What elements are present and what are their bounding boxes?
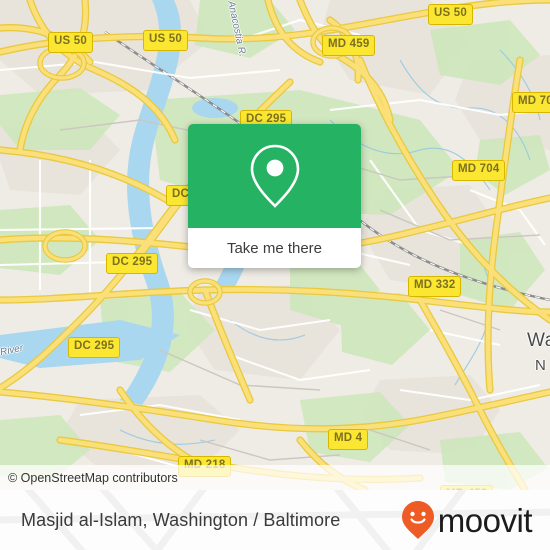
road-shield[interactable]: US 50 — [143, 30, 188, 51]
road-shield[interactable]: MD 332 — [408, 276, 462, 297]
road-shield[interactable]: MD 704 — [452, 160, 506, 181]
take-me-there-button[interactable]: Take me there — [188, 228, 361, 268]
road-shield[interactable]: MD 704 — [512, 92, 550, 113]
location-popup-card[interactable]: Take me there — [188, 124, 361, 268]
footer-bar: Masjid al-Islam, Washington / Baltimore … — [0, 490, 550, 550]
map-screenshot: Anacostia R. River Wa N US 50 US 50 US 5… — [0, 0, 550, 550]
moovit-smile-pin-icon — [401, 501, 434, 539]
road-shield[interactable]: US 50 — [48, 32, 93, 53]
page-title: Masjid al-Islam, Washington / Baltimore — [21, 509, 341, 530]
map-pin-icon — [250, 144, 299, 208]
road-shield[interactable]: US 50 — [428, 4, 473, 25]
moovit-brand[interactable]: moovit — [401, 500, 550, 540]
openstreetmap-attribution[interactable]: © OpenStreetMap contributors — [0, 471, 178, 485]
map-attribution-bar: © OpenStreetMap contributors — [0, 465, 550, 490]
road-shield[interactable]: DC 295 — [68, 337, 121, 358]
moovit-wordmark: moovit — [437, 501, 533, 539]
map-canvas[interactable]: Anacostia R. River Wa N US 50 US 50 US 5… — [0, 0, 550, 490]
road-shield[interactable]: DC 295 — [106, 253, 159, 274]
popup-header — [188, 124, 361, 228]
map-label-city: Wa — [527, 330, 550, 351]
road-shield[interactable]: MD 459 — [322, 35, 376, 56]
map-label-city-secondary: N — [535, 357, 546, 374]
road-shield[interactable]: MD 4 — [328, 429, 369, 450]
